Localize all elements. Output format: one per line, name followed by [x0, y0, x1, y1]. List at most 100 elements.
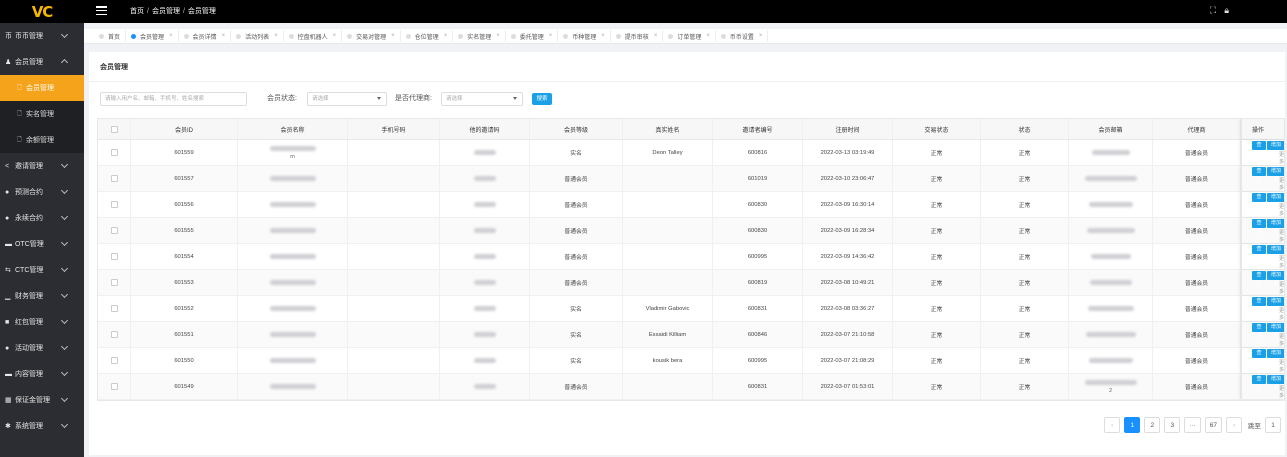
row-checkbox[interactable] — [110, 253, 118, 260]
sidebar-item[interactable]: < 邀请管理 — [0, 153, 84, 179]
tab-item[interactable]: 实名管理 × — [453, 30, 506, 42]
row-checkbox[interactable] — [110, 383, 118, 390]
add-button[interactable]: 增加差 — [1267, 244, 1284, 261]
tab-item[interactable]: 活动列表 × — [231, 30, 284, 42]
close-icon[interactable]: × — [391, 33, 395, 39]
more-link[interactable]: 更多 — [1252, 333, 1284, 347]
view-button[interactable]: 查看 — [1252, 270, 1266, 287]
sidebar-subitem[interactable]: 🗋 余额管理 — [0, 127, 84, 153]
sidebar-item[interactable]: ■ 红包管理 — [0, 309, 84, 335]
menu-toggle-icon[interactable] — [96, 5, 107, 16]
tab-item[interactable]: 提币审核 × — [611, 30, 664, 42]
select-all-cell[interactable] — [98, 119, 131, 139]
add-button[interactable]: 增加差 — [1267, 348, 1284, 365]
close-icon[interactable]: × — [444, 33, 448, 39]
close-icon[interactable]: × — [759, 33, 763, 39]
page-button[interactable]: 67 — [1204, 417, 1222, 433]
close-icon[interactable]: × — [274, 33, 278, 39]
add-button[interactable]: 增加差 — [1267, 140, 1284, 157]
search-button[interactable]: 搜索 — [532, 93, 552, 105]
more-link[interactable]: 更多 — [1252, 203, 1284, 217]
sidebar-item[interactable]: ● 活动管理 — [0, 335, 84, 361]
view-button[interactable]: 查看 — [1252, 218, 1266, 235]
close-icon[interactable]: × — [549, 33, 553, 39]
more-link[interactable]: 更多 — [1252, 255, 1284, 269]
close-icon[interactable]: × — [222, 33, 226, 39]
row-checkbox[interactable] — [110, 149, 118, 156]
tab-item[interactable]: 订单管理 × — [663, 30, 716, 42]
add-button[interactable]: 增加差 — [1267, 296, 1284, 313]
breadcrumb-home[interactable]: 首页 — [130, 8, 144, 15]
row-checkbox[interactable] — [110, 305, 118, 312]
tab-item[interactable]: 仓位管理 × — [401, 30, 454, 42]
view-button[interactable]: 查看 — [1252, 374, 1266, 391]
more-link[interactable]: 更多 — [1252, 229, 1284, 243]
sidebar-item[interactable]: ● 预测合约 — [0, 179, 84, 205]
sidebar-item[interactable]: ⇆ CTC管理 — [0, 257, 84, 283]
fullscreen-icon[interactable]: ⛶ — [1210, 5, 1216, 16]
add-button[interactable]: 增加差 — [1267, 322, 1284, 339]
view-button[interactable]: 查看 — [1252, 348, 1266, 365]
app-logo[interactable]: VC — [0, 0, 84, 23]
add-button[interactable]: 增加差 — [1267, 374, 1284, 391]
view-button[interactable]: 查看 — [1252, 192, 1266, 209]
sidebar-subitem[interactable]: 🗋 实名管理 — [0, 101, 84, 127]
more-link[interactable]: 更多 — [1252, 281, 1284, 295]
sidebar-item[interactable]: ♟ 会员管理 — [0, 49, 84, 75]
prev-page-button[interactable]: ‹ — [1104, 417, 1121, 433]
breadcrumb-section[interactable]: 会员管理 — [152, 8, 180, 15]
view-button[interactable]: 查看 — [1252, 322, 1266, 339]
close-icon[interactable]: × — [654, 33, 658, 39]
sidebar-item[interactable]: ▬ OTC管理 — [0, 231, 84, 257]
page-button[interactable]: ··· — [1184, 417, 1201, 433]
add-button[interactable]: 增加差 — [1267, 218, 1284, 235]
close-icon[interactable]: × — [601, 33, 605, 39]
sidebar-subitem[interactable]: 🗋 会员管理 — [0, 75, 84, 101]
more-link[interactable]: 更多 — [1252, 359, 1284, 373]
more-link[interactable]: 更多 — [1252, 151, 1284, 165]
view-button[interactable]: 查看 — [1252, 166, 1266, 183]
row-checkbox[interactable] — [110, 331, 118, 338]
sidebar-item[interactable]: ✱ 系统管理 — [0, 413, 84, 439]
jump-input[interactable]: 1 — [1265, 417, 1281, 433]
lock-icon[interactable]: 🔒︎ — [1224, 5, 1229, 16]
select-all-checkbox[interactable] — [110, 125, 118, 133]
close-icon[interactable]: × — [706, 33, 710, 39]
tab-item[interactable]: 会员详情 × — [179, 30, 232, 42]
sidebar-item[interactable]: ▁ 财务管理 — [0, 283, 84, 309]
agent-select[interactable]: 请选择 — [441, 92, 523, 106]
tab-item[interactable]: 币币设置 × — [716, 30, 769, 42]
sidebar-item[interactable]: ● 永续合约 — [0, 205, 84, 231]
row-checkbox[interactable] — [110, 201, 118, 208]
view-button[interactable]: 查看 — [1252, 140, 1266, 157]
next-page-button[interactable]: › — [1226, 417, 1242, 433]
tab-item[interactable]: 委托管理 × — [506, 30, 559, 42]
close-icon[interactable]: × — [496, 33, 500, 39]
row-checkbox[interactable] — [110, 357, 118, 364]
sidebar-item[interactable]: 币币币管理 — [0, 23, 84, 49]
search-input[interactable]: 请输入用户名、邮箱、手机号、姓名搜索 — [100, 92, 247, 106]
tab-item[interactable]: 交易对管理 × — [342, 30, 401, 42]
add-button[interactable]: 增加差 — [1267, 270, 1284, 287]
row-checkbox[interactable] — [110, 227, 118, 234]
add-button[interactable]: 增加差 — [1267, 166, 1284, 183]
close-icon[interactable]: × — [169, 33, 173, 39]
tab-item[interactable]: 币种管理 × — [558, 30, 611, 42]
more-link[interactable]: 更多 — [1252, 385, 1284, 399]
view-button[interactable]: 查看 — [1252, 296, 1266, 313]
add-button[interactable]: 增加差 — [1267, 192, 1284, 209]
page-button[interactable]: 3 — [1164, 417, 1181, 433]
page-button[interactable]: 1 — [1124, 417, 1141, 433]
tab-item[interactable]: 控盘机器人 × — [284, 30, 343, 42]
more-link[interactable]: 更多 — [1252, 307, 1284, 321]
row-checkbox[interactable] — [110, 175, 118, 182]
status-select[interactable]: 请选择 — [307, 92, 387, 106]
tab-item[interactable]: 会员管理 × — [126, 30, 179, 42]
tab-item[interactable]: 首页 — [94, 30, 127, 42]
row-checkbox[interactable] — [110, 279, 118, 286]
sidebar-item[interactable]: ▦ 保证金管理 — [0, 387, 84, 413]
page-button[interactable]: 2 — [1144, 417, 1161, 433]
more-link[interactable]: 更多 — [1252, 177, 1284, 191]
close-icon[interactable]: × — [333, 33, 337, 39]
view-button[interactable]: 查看 — [1252, 244, 1266, 261]
